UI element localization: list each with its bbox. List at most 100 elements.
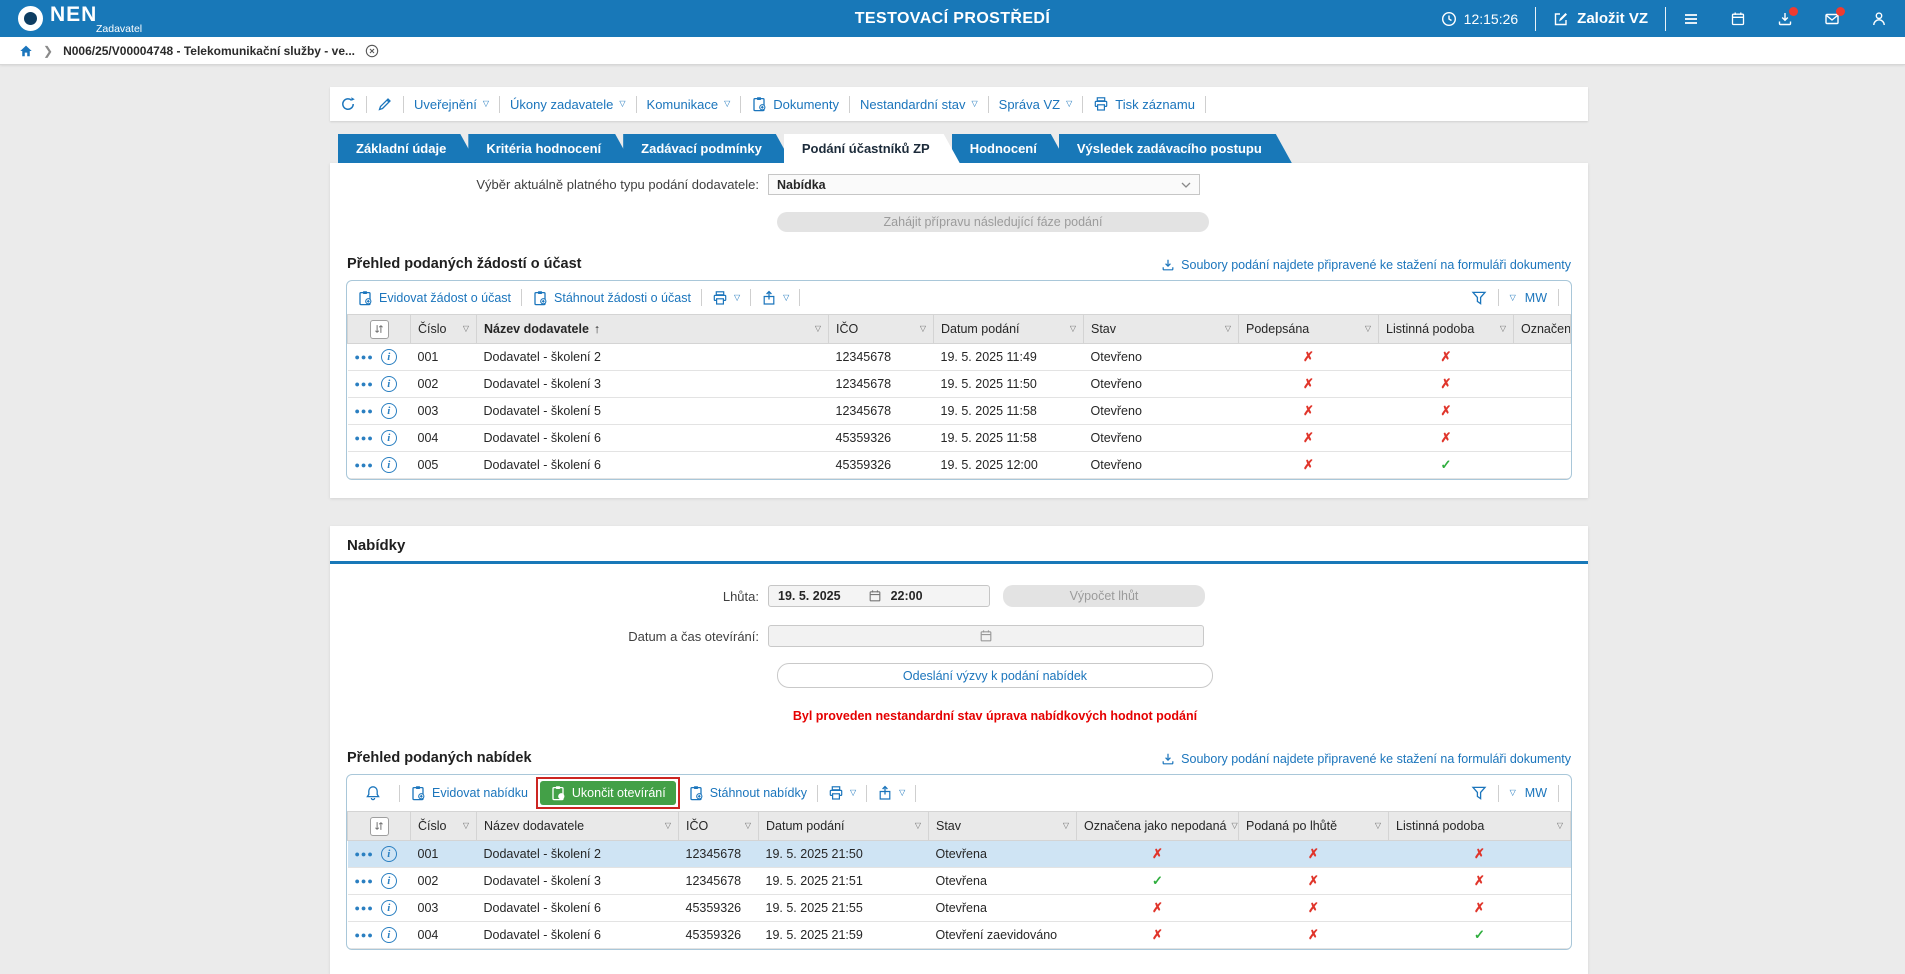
col-podepsana[interactable]: Podepsána▽ xyxy=(1239,315,1379,344)
table-row[interactable]: ●●●i 003Dodavatel - školení 64535932619.… xyxy=(348,895,1571,922)
table-row[interactable]: ●●●i 004Dodavatel - školení 64535932619.… xyxy=(348,922,1571,949)
filter-icon[interactable]: ▽ xyxy=(665,822,671,830)
refresh-icon[interactable] xyxy=(340,96,356,112)
col-stav[interactable]: Stav▽ xyxy=(1084,315,1239,344)
col-oznacena[interactable]: Označena jako nepodaná xyxy=(1514,315,1571,344)
offers-download-note-link[interactable]: Soubory podání najdete připravené ke sta… xyxy=(1161,752,1571,766)
register-request-button[interactable]: Evidovat žádost o účast xyxy=(357,290,511,306)
filter-dropdown-icon[interactable]: ▽ xyxy=(1510,789,1516,797)
finish-opening-button[interactable]: Ukončit otevírání xyxy=(540,781,676,805)
filter-icon[interactable]: ▽ xyxy=(463,822,469,830)
info-icon[interactable]: i xyxy=(381,900,397,916)
next-phase-button[interactable]: Zahájit přípravu následující fáze podání xyxy=(777,212,1209,232)
col-stav[interactable]: Stav▽ xyxy=(929,812,1077,841)
deadline-field[interactable]: 19. 5. 2025 22:00 xyxy=(768,585,990,607)
pencil-icon[interactable] xyxy=(377,96,393,112)
menu-komunikace[interactable]: Komunikace▽ xyxy=(647,97,731,112)
col-cislo[interactable]: Číslo▽ xyxy=(411,315,477,344)
row-menu-icon[interactable]: ●●● xyxy=(355,903,374,913)
menu-icon[interactable] xyxy=(1683,11,1699,27)
row-menu-icon[interactable]: ●●● xyxy=(355,930,374,940)
calendar-icon[interactable] xyxy=(868,589,882,603)
menu-nestandardni-stav[interactable]: Nestandardní stav▽ xyxy=(860,97,978,112)
table-row-selected[interactable]: ●●●i 001Dodavatel - školení 21234567819.… xyxy=(348,841,1571,868)
home-icon[interactable] xyxy=(19,44,33,58)
requests-download-note-link[interactable]: Soubory podání najdete připravené ke sta… xyxy=(1161,258,1571,272)
row-menu-icon[interactable]: ●●● xyxy=(355,849,374,859)
info-icon[interactable]: i xyxy=(381,403,397,419)
table-row[interactable]: ●●●i 002Dodavatel - školení 31234567819.… xyxy=(348,868,1571,895)
filter-icon[interactable]: ▽ xyxy=(1500,325,1506,333)
column-settings-button[interactable] xyxy=(370,320,389,339)
col-podana-po-lhute[interactable]: Podaná po lhůtě▽ xyxy=(1239,812,1389,841)
filter-icon[interactable]: ▽ xyxy=(1070,325,1076,333)
col-oznacena-jako-nepodana[interactable]: Označena jako nepodaná▽ xyxy=(1077,812,1239,841)
print-menu-button[interactable]: ▽ xyxy=(828,785,856,801)
col-ico[interactable]: IČO▽ xyxy=(829,315,934,344)
tab-podani-ucastniku-zp[interactable]: Podání účastníků ZP xyxy=(784,134,960,163)
info-icon[interactable]: i xyxy=(381,873,397,889)
menu-ukony-zadavatele[interactable]: Úkony zadavatele▽ xyxy=(510,97,626,112)
filter-icon[interactable]: ▽ xyxy=(1231,822,1237,830)
tab-vysledek-zadavaciho-postupu[interactable]: Výsledek zadávacího postupu xyxy=(1059,134,1292,163)
table-row[interactable]: ●●●i 001Dodavatel - školení 21234567819.… xyxy=(348,344,1571,371)
col-nazev-dodavatele[interactable]: Název dodavatele▽ xyxy=(477,812,679,841)
send-invitation-button[interactable]: Odeslání výzvy k podání nabídek xyxy=(777,663,1213,688)
table-row[interactable]: ●●●i 005Dodavatel - školení 64535932619.… xyxy=(348,452,1571,479)
tab-zakladni-udaje[interactable]: Základní údaje xyxy=(338,134,476,163)
info-icon[interactable]: i xyxy=(381,430,397,446)
row-menu-icon[interactable]: ●●● xyxy=(355,433,374,443)
create-vz-button[interactable]: Založit VZ xyxy=(1553,10,1648,27)
filter-icon[interactable]: ▽ xyxy=(815,325,821,333)
row-menu-icon[interactable]: ●●● xyxy=(355,460,374,470)
print-menu-button[interactable]: ▽ xyxy=(712,290,740,306)
mw-button[interactable]: MW xyxy=(1525,291,1547,305)
download-requests-button[interactable]: Stáhnout žádosti o účast xyxy=(532,290,691,306)
filter-icon[interactable]: ▽ xyxy=(915,822,921,830)
col-nazev-dodavatele[interactable]: Název dodavatele↑▽ xyxy=(477,315,829,344)
menu-uverejneni[interactable]: Uveřejnění▽ xyxy=(414,97,489,112)
breadcrumb-item[interactable]: N006/25/V00004748 - Telekomunikační služ… xyxy=(63,44,355,58)
info-icon[interactable]: i xyxy=(381,376,397,392)
opening-datetime-field[interactable] xyxy=(768,625,1204,647)
downloads-button[interactable] xyxy=(1777,11,1793,27)
filter-icon[interactable] xyxy=(1471,290,1487,306)
col-listinna-podoba[interactable]: Listinná podoba▽ xyxy=(1389,812,1571,841)
nen-logo[interactable]: NEN Zadavatel xyxy=(18,3,170,35)
register-offer-button[interactable]: Evidovat nabídku xyxy=(410,785,528,801)
row-menu-icon[interactable]: ●●● xyxy=(355,876,374,886)
col-cislo[interactable]: Číslo▽ xyxy=(411,812,477,841)
filter-icon[interactable]: ▽ xyxy=(463,325,469,333)
filter-icon[interactable]: ▽ xyxy=(1063,822,1069,830)
col-datum-podani[interactable]: Datum podání▽ xyxy=(759,812,929,841)
info-icon[interactable]: i xyxy=(381,457,397,473)
alarm-icon[interactable] xyxy=(365,785,381,801)
tab-hodnoceni[interactable]: Hodnocení xyxy=(952,134,1067,163)
info-icon[interactable]: i xyxy=(381,927,397,943)
col-datum-podani[interactable]: Datum podání▽ xyxy=(934,315,1084,344)
calendar-icon[interactable] xyxy=(979,629,993,643)
table-row[interactable]: ●●●i 003Dodavatel - školení 51234567819.… xyxy=(348,398,1571,425)
submission-type-select[interactable]: Nabídka xyxy=(768,174,1200,195)
menu-sprava-vz[interactable]: Správa VZ▽ xyxy=(999,97,1073,112)
col-ico[interactable]: IČO▽ xyxy=(679,812,759,841)
col-listinna-podoba[interactable]: Listinná podoba▽ xyxy=(1379,315,1514,344)
info-icon[interactable]: i xyxy=(381,846,397,862)
filter-icon[interactable]: ▽ xyxy=(1225,325,1231,333)
close-tab-icon[interactable] xyxy=(365,44,379,58)
tab-kriteria-hodnoceni[interactable]: Kritéria hodnocení xyxy=(468,134,631,163)
row-menu-icon[interactable]: ●●● xyxy=(355,406,374,416)
table-row[interactable]: ●●●i 002Dodavatel - školení 31234567819.… xyxy=(348,371,1571,398)
row-menu-icon[interactable]: ●●● xyxy=(355,352,374,362)
menu-dokumenty[interactable]: Dokumenty xyxy=(751,96,839,112)
filter-icon[interactable]: ▽ xyxy=(745,822,751,830)
filter-dropdown-icon[interactable]: ▽ xyxy=(1510,294,1516,302)
filter-icon[interactable]: ▽ xyxy=(1375,822,1381,830)
calendar-icon[interactable] xyxy=(1730,11,1746,27)
filter-icon[interactable]: ▽ xyxy=(1365,325,1371,333)
filter-icon[interactable]: ▽ xyxy=(920,325,926,333)
filter-icon[interactable] xyxy=(1471,785,1487,801)
user-icon[interactable] xyxy=(1871,11,1887,27)
export-menu-button[interactable]: ▽ xyxy=(877,785,905,801)
table-row[interactable]: ●●●i 004Dodavatel - školení 64535932619.… xyxy=(348,425,1571,452)
